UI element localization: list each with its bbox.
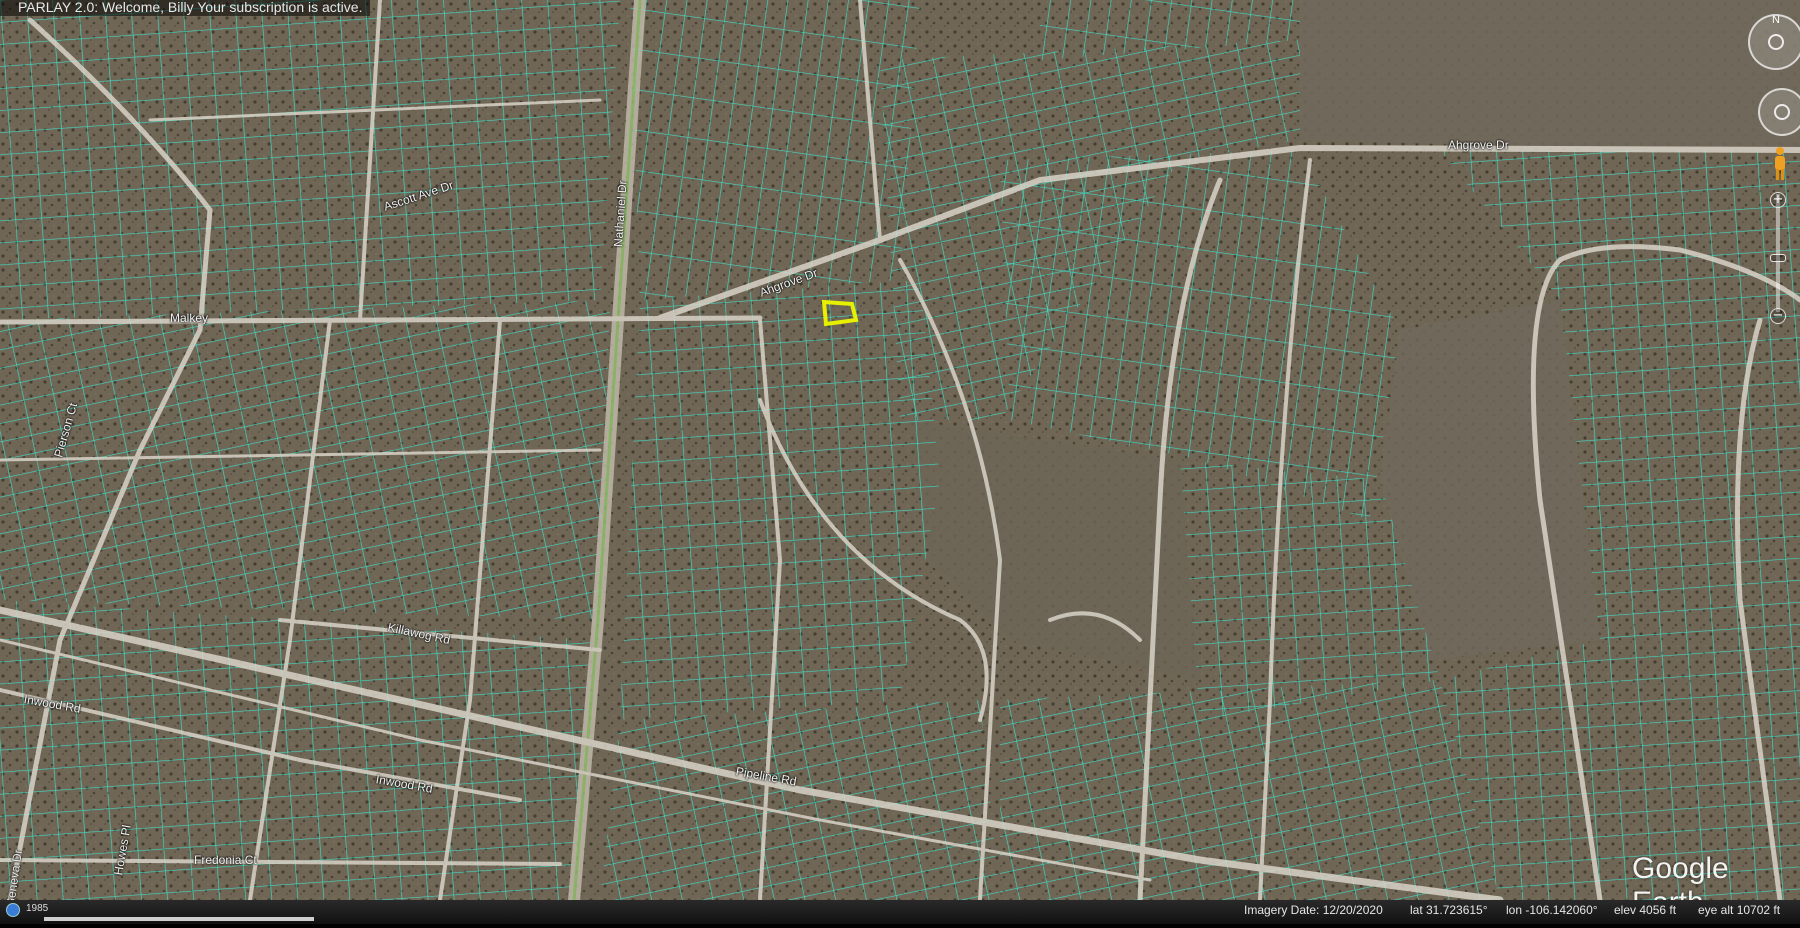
zoom-slider-thumb[interactable] (1770, 254, 1786, 262)
compass-icon[interactable]: N (1748, 14, 1800, 70)
zoom-out-button[interactable]: − (1770, 308, 1786, 324)
zoom-in-button[interactable]: + (1770, 192, 1786, 208)
longitude-readout: lon -106.142060° (1506, 903, 1598, 917)
pegman-icon[interactable] (1772, 146, 1788, 182)
road-label-malkey: Malkey (170, 311, 209, 325)
eye-altitude-readout: eye alt 10702 ft (1698, 903, 1781, 917)
loading-progress-bar (44, 917, 314, 921)
north-label: N (1772, 14, 1780, 26)
imagery-date: Imagery Date: 12/20/2020 (1244, 903, 1383, 917)
hand-pan-icon[interactable] (1774, 104, 1790, 120)
latitude-readout: lat 31.723615° (1410, 903, 1488, 917)
elevation-readout: elev 4056 ft (1614, 903, 1677, 917)
satellite-map-view[interactable]: Ascott Ave Dr Nathaniel Dr Malkey Ahgrov… (0, 0, 1800, 928)
subscription-banner: PARLAY 2.0: Welcome, Billy Your subscrip… (0, 0, 371, 16)
map-canvas[interactable] (0, 0, 1800, 928)
compass-center[interactable] (1768, 34, 1784, 50)
zoom-slider[interactable] (1776, 194, 1780, 312)
open-land-patch (1300, 0, 1800, 150)
historical-year[interactable]: 1985 (26, 903, 48, 914)
road-label-ahgrove-2: Ahgrove Dr (1448, 138, 1509, 152)
road-label-fredonia: Fredonia Ct (194, 853, 257, 867)
globe-icon[interactable] (6, 903, 20, 917)
look-around-icon[interactable] (1758, 88, 1800, 136)
